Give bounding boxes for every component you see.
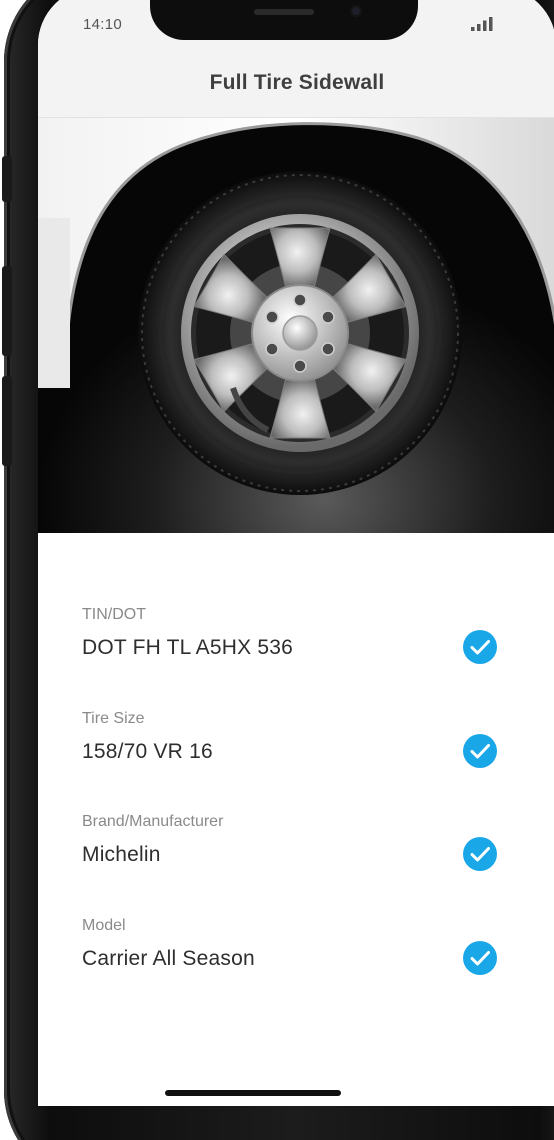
field-tin-dot[interactable]: TIN/DOT DOT FH TL A5HX 536 [82, 606, 502, 686]
phone-side-button [2, 156, 12, 202]
status-bar: 14:10 [38, 0, 554, 57]
field-value: 158/70 VR 16 [82, 740, 213, 763]
field-value: DOT FH TL A5HX 536 [82, 636, 293, 659]
app-screenshot: 14:10 Full Tire Sidewall TIN/DOT DOT FH … [0, 0, 554, 1140]
front-camera [350, 5, 362, 17]
home-indicator[interactable] [165, 1090, 341, 1096]
field-label: TIN/DOT [82, 606, 146, 623]
app-header: Full Tire Sidewall [38, 57, 554, 118]
check-circle-icon [463, 837, 497, 871]
phone-screen: 14:10 Full Tire Sidewall TIN/DOT DOT FH … [38, 0, 554, 1106]
tire-wheel-photo [38, 118, 554, 533]
field-label: Brand/Manufacturer [82, 813, 224, 830]
check-circle-icon [463, 734, 497, 768]
check-circle-icon [463, 941, 497, 975]
check-circle-icon [463, 630, 497, 664]
tire-wheel-illustration [38, 118, 554, 533]
field-tire-size[interactable]: Tire Size 158/70 VR 16 [82, 710, 502, 790]
phone-side-button [2, 376, 12, 466]
field-label: Model [82, 917, 126, 934]
field-model[interactable]: Model Carrier All Season [82, 917, 502, 997]
phone-notch [150, 0, 418, 40]
field-value: Carrier All Season [82, 947, 255, 970]
field-label: Tire Size [82, 710, 145, 727]
phone-frame: 14:10 Full Tire Sidewall TIN/DOT DOT FH … [2, 0, 554, 1140]
cellular-signal-icon [471, 17, 493, 31]
field-brand-manufacturer[interactable]: Brand/Manufacturer Michelin [82, 813, 502, 893]
page-title: Full Tire Sidewall [209, 71, 385, 94]
field-value: Michelin [82, 843, 161, 866]
status-time: 14:10 [83, 16, 123, 33]
speaker-grille [254, 9, 314, 15]
phone-side-button [2, 266, 12, 356]
tire-details-list: TIN/DOT DOT FH TL A5HX 536 Tire Size 158… [38, 533, 554, 1106]
